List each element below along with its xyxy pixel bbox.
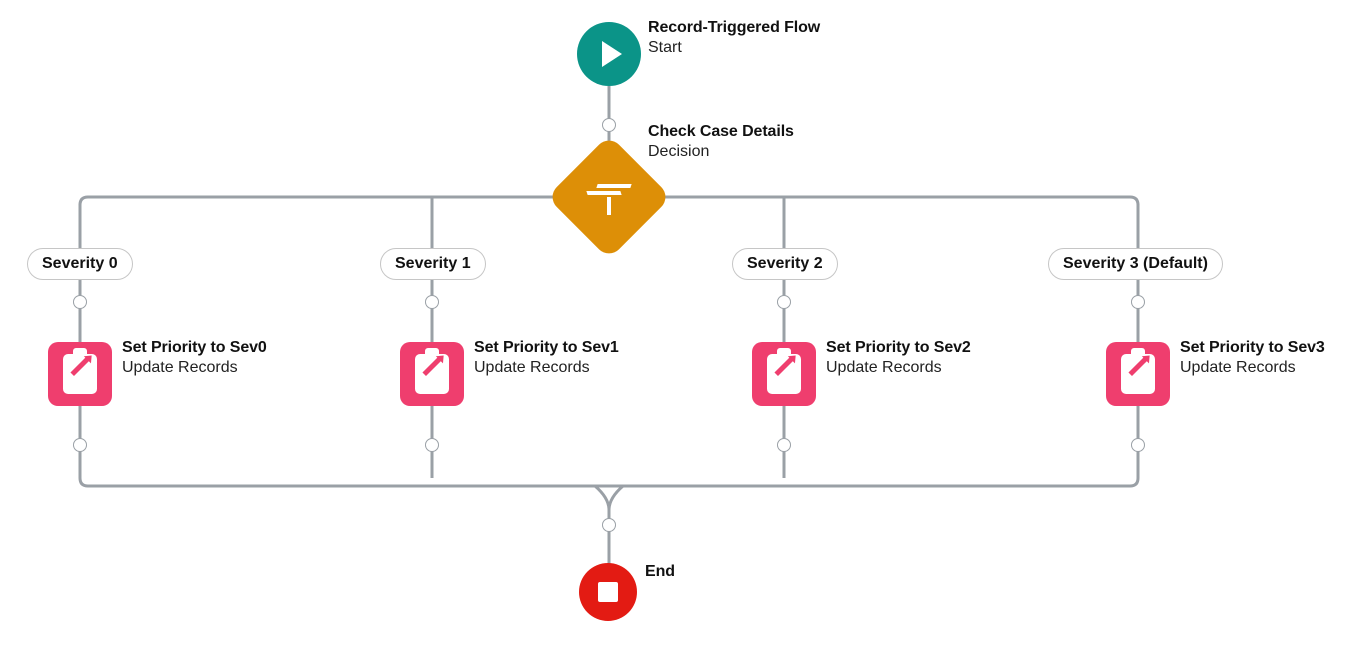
start-title: Record-Triggered Flow [648,18,820,38]
update-node-sev3[interactable] [1106,342,1170,406]
update-title-sev1: Set Priority to Sev1 [474,338,619,358]
signpost-icon [592,181,626,213]
update-title-sev2: Set Priority to Sev2 [826,338,971,358]
clipboard-edit-icon [1121,354,1155,394]
add-node-dot[interactable] [73,438,87,452]
clipboard-edit-icon [415,354,449,394]
update-subtitle-sev3: Update Records [1180,358,1325,378]
branch-label-sev0[interactable]: Severity 0 [27,248,133,280]
branch-label-sev1[interactable]: Severity 1 [380,248,486,280]
update-square [752,342,816,406]
add-node-dot[interactable] [73,295,87,309]
connector-lines [0,0,1360,653]
update-label-sev0: Set Priority to Sev0 Update Records [122,338,267,378]
start-label: Record-Triggered Flow Start [648,18,820,58]
update-title-sev0: Set Priority to Sev0 [122,338,267,358]
add-node-dot[interactable] [1131,295,1145,309]
clipboard-edit-icon [63,354,97,394]
decision-subtitle: Decision [648,142,794,162]
update-square [400,342,464,406]
update-node-sev0[interactable] [48,342,112,406]
add-node-dot[interactable] [602,518,616,532]
update-subtitle-sev0: Update Records [122,358,267,378]
end-circle [579,563,637,621]
start-circle [577,22,641,86]
stop-icon [598,582,618,602]
branch-label-sev3[interactable]: Severity 3 (Default) [1048,248,1223,280]
update-label-sev3: Set Priority to Sev3 Update Records [1180,338,1325,378]
play-icon [602,41,622,67]
add-node-dot[interactable] [777,438,791,452]
start-node[interactable] [577,22,641,86]
decision-node[interactable] [565,153,653,241]
end-title: End [645,562,675,582]
update-node-sev1[interactable] [400,342,464,406]
update-label-sev1: Set Priority to Sev1 Update Records [474,338,619,378]
update-subtitle-sev2: Update Records [826,358,971,378]
update-square [48,342,112,406]
update-subtitle-sev1: Update Records [474,358,619,378]
update-node-sev2[interactable] [752,342,816,406]
add-node-dot[interactable] [1131,438,1145,452]
add-node-dot[interactable] [425,438,439,452]
add-node-dot[interactable] [777,295,791,309]
decision-title: Check Case Details [648,122,794,142]
flow-canvas[interactable]: { "colors": { "start": "#0b9488", "decis… [0,0,1360,653]
branch-label-sev2[interactable]: Severity 2 [732,248,838,280]
end-label: End [645,562,675,582]
start-subtitle: Start [648,38,820,58]
add-node-dot[interactable] [602,118,616,132]
update-label-sev2: Set Priority to Sev2 Update Records [826,338,971,378]
decision-label: Check Case Details Decision [648,122,794,162]
add-node-dot[interactable] [425,295,439,309]
update-square [1106,342,1170,406]
end-node[interactable] [579,563,637,621]
update-title-sev3: Set Priority to Sev3 [1180,338,1325,358]
clipboard-edit-icon [767,354,801,394]
